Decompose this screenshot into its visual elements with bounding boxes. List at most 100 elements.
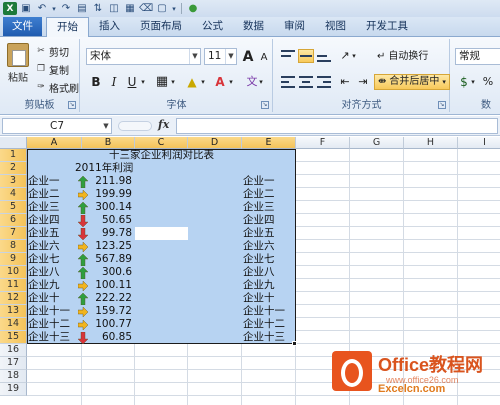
clipboard-launcher-icon[interactable]: ↘ — [68, 101, 76, 109]
company-name-cell[interactable]: 企业二 — [28, 188, 83, 201]
row-header-2[interactable]: 2 — [0, 162, 27, 175]
row-header-8[interactable]: 8 — [0, 240, 27, 253]
row-header-1[interactable]: 1 — [0, 149, 27, 162]
company-label-cell[interactable]: 企业十 — [243, 292, 296, 305]
column-header-h[interactable]: H — [404, 137, 458, 149]
wrap-text-button[interactable]: ↵ 自动换行 — [374, 49, 431, 65]
column-header-g[interactable]: G — [350, 137, 404, 149]
company-label-cell[interactable]: 企业七 — [243, 253, 296, 266]
column-header-b[interactable]: B — [82, 137, 135, 149]
column-header-d[interactable]: D — [188, 137, 242, 149]
excel-app-icon[interactable]: X — [3, 2, 17, 15]
column-header-a[interactable]: A — [27, 137, 82, 149]
align-right-icon[interactable] — [316, 75, 332, 89]
company-label-cell[interactable]: 企业二 — [243, 188, 296, 201]
subtitle-cell[interactable]: 2011年利润 — [75, 162, 155, 175]
company-label-cell[interactable]: 企业六 — [243, 240, 296, 253]
shrink-font-button[interactable]: A — [255, 49, 273, 67]
fill-color-dropdown-icon[interactable]: ▾ — [199, 73, 207, 91]
align-center-icon[interactable] — [298, 75, 314, 89]
company-label-cell[interactable]: 企业三 — [243, 201, 296, 214]
tab-data[interactable]: 数据 — [233, 17, 274, 36]
profit-value-cell[interactable]: 60.85 — [82, 331, 132, 344]
row-header-15[interactable]: 15 — [0, 331, 27, 344]
chart-icon[interactable]: ▢ — [155, 2, 169, 15]
company-label-cell[interactable]: 企业一 — [243, 175, 296, 188]
profit-value-cell[interactable]: 300.14 — [82, 201, 132, 214]
row-header-7[interactable]: 7 — [0, 227, 27, 240]
company-name-cell[interactable]: 企业九 — [28, 279, 83, 292]
company-label-cell[interactable]: 企业五 — [243, 227, 296, 240]
underline-dropdown-icon[interactable]: ▾ — [139, 73, 147, 91]
formula-input[interactable] — [176, 118, 498, 134]
row-header-3[interactable]: 3 — [0, 175, 27, 188]
profit-value-cell[interactable]: 100.11 — [82, 279, 132, 292]
company-label-cell[interactable]: 企业十三 — [243, 331, 296, 344]
insert-function-icon[interactable]: fx — [158, 118, 169, 131]
customize-toolbar-icon[interactable]: ▾ — [171, 2, 177, 15]
font-color-dropdown-icon[interactable]: ▾ — [227, 73, 235, 91]
column-header-c[interactable]: C — [135, 137, 188, 149]
company-name-cell[interactable]: 企业六 — [28, 240, 83, 253]
company-name-cell[interactable]: 企业五 — [28, 227, 83, 240]
print-preview-icon[interactable]: ▤ — [75, 2, 89, 15]
row-header-17[interactable]: 17 — [0, 357, 27, 370]
font-launcher-icon[interactable]: ↘ — [261, 101, 269, 109]
tab-page-layout[interactable]: 页面布局 — [130, 17, 192, 36]
row-header-19[interactable]: 19 — [0, 383, 27, 396]
column-header-e[interactable]: E — [242, 137, 296, 149]
tab-review[interactable]: 审阅 — [274, 17, 315, 36]
font-name-combo[interactable]: 宋体 ▼ — [86, 48, 201, 65]
sheet-title-cell[interactable]: 十三家企业利润对比表 — [27, 149, 296, 162]
bold-button[interactable]: B — [87, 73, 105, 91]
profit-value-cell[interactable]: 567.89 — [82, 253, 132, 266]
profit-value-cell[interactable]: 100.77 — [82, 318, 132, 331]
tab-insert[interactable]: 插入 — [89, 17, 130, 36]
tab-developer[interactable]: 开发工具 — [356, 17, 418, 36]
company-name-cell[interactable]: 企业一 — [28, 175, 83, 188]
align-middle-icon[interactable] — [298, 49, 314, 63]
company-name-cell[interactable]: 企业十二 — [28, 318, 83, 331]
undo-dropdown-icon[interactable]: ▾ — [51, 2, 57, 15]
row-header-4[interactable]: 4 — [0, 188, 27, 201]
row-header-5[interactable]: 5 — [0, 201, 27, 214]
profit-value-cell[interactable]: 50.65 — [82, 214, 132, 227]
row-header-14[interactable]: 14 — [0, 318, 27, 331]
row-header-12[interactable]: 12 — [0, 292, 27, 305]
company-name-cell[interactable]: 企业四 — [28, 214, 83, 227]
profit-value-cell[interactable]: 99.78 — [82, 227, 132, 240]
italic-button[interactable]: I — [105, 73, 123, 91]
company-label-cell[interactable]: 企业十二 — [243, 318, 296, 331]
phonetic-dropdown-icon[interactable]: ▾ — [257, 73, 265, 91]
redo-icon[interactable]: ↷ — [59, 2, 73, 15]
row-header-10[interactable]: 10 — [0, 266, 27, 279]
column-header-i[interactable]: I — [458, 137, 500, 149]
company-name-cell[interactable]: 企业十三 — [28, 331, 83, 344]
clear-icon[interactable]: ⌫ — [139, 2, 153, 15]
company-label-cell[interactable]: 企业四 — [243, 214, 296, 227]
increase-indent-icon[interactable]: ⇥ — [354, 73, 372, 91]
cut-button[interactable]: ✂ 剪切 — [36, 44, 69, 59]
font-size-combo[interactable]: 11 ▼ — [204, 48, 237, 65]
profit-value-cell[interactable]: 199.99 — [82, 188, 132, 201]
paste-button[interactable]: 粘贴 — [4, 43, 32, 89]
orientation-dropdown-icon[interactable]: ▾ — [350, 47, 358, 65]
fill-handle[interactable] — [292, 341, 297, 346]
row-header-11[interactable]: 11 — [0, 279, 27, 292]
undo-icon[interactable]: ↶ — [35, 2, 49, 15]
company-name-cell[interactable]: 企业十一 — [28, 305, 83, 318]
save-icon[interactable]: ▣ — [19, 2, 33, 15]
profit-value-cell[interactable]: 159.72 — [82, 305, 132, 318]
row-header-18[interactable]: 18 — [0, 370, 27, 383]
company-name-cell[interactable]: 企业七 — [28, 253, 83, 266]
profit-value-cell[interactable]: 222.22 — [82, 292, 132, 305]
company-name-cell[interactable]: 企业三 — [28, 201, 83, 214]
copy-button[interactable]: ❐ 复制 — [36, 62, 69, 77]
row-header-9[interactable]: 9 — [0, 253, 27, 266]
company-label-cell[interactable]: 企业八 — [243, 266, 296, 279]
alignment-launcher-icon[interactable]: ↘ — [438, 101, 446, 109]
select-all-corner[interactable] — [0, 137, 27, 149]
tab-formulas[interactable]: 公式 — [192, 17, 233, 36]
company-label-cell[interactable]: 企业十一 — [243, 305, 296, 318]
row-header-13[interactable]: 13 — [0, 305, 27, 318]
